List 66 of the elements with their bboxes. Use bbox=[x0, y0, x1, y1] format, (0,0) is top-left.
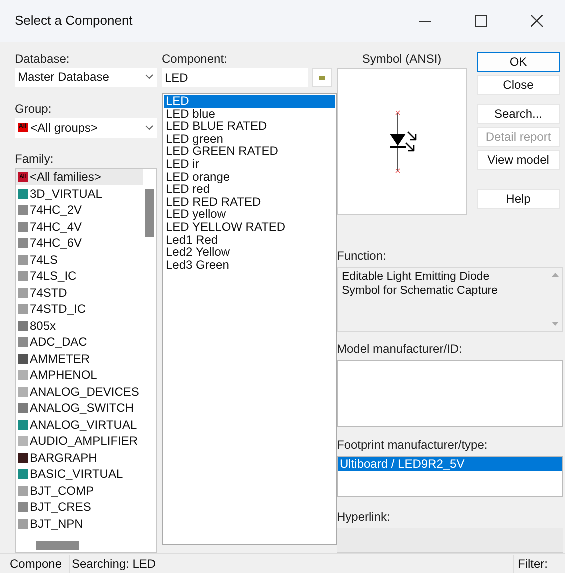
dialog-button[interactable]: Close bbox=[477, 75, 560, 95]
status-text: Filter: bbox=[513, 554, 565, 572]
component-item[interactable]: LED GREEN RATED bbox=[164, 145, 335, 158]
status-text: Searching: LED bbox=[71, 556, 158, 572]
field-label: Component: bbox=[162, 52, 228, 66]
family-item[interactable]: 805x bbox=[16, 317, 143, 334]
chevron-down-icon bbox=[145, 124, 154, 131]
family-item[interactable]: AMPHENOL bbox=[16, 366, 143, 384]
family-item[interactable]: 74LS_IC bbox=[16, 268, 143, 284]
family-item[interactable]: BASIC_VIRTUAL bbox=[16, 466, 143, 482]
maximize-icon bbox=[475, 15, 487, 27]
filter-button[interactable] bbox=[312, 68, 332, 87]
component-item[interactable]: Led1 Red bbox=[164, 234, 335, 246]
component-item[interactable]: LED RED RATED bbox=[164, 196, 335, 208]
family-item[interactable]: BJT_COMP bbox=[16, 482, 143, 499]
dialog-button[interactable]: OK bbox=[477, 52, 560, 72]
component-item[interactable]: LED blue bbox=[164, 108, 335, 120]
field-label: Function: bbox=[337, 249, 388, 263]
field-label: Model manufacturer/ID: bbox=[337, 342, 464, 356]
component-item[interactable]: LED YELLOW RATED bbox=[164, 220, 335, 234]
scroll-up-icon bbox=[552, 273, 558, 277]
family-item[interactable]: 74STD_IC bbox=[16, 300, 143, 318]
close-icon bbox=[531, 15, 543, 27]
dialog-button[interactable]: Search... bbox=[477, 104, 560, 124]
family-item[interactable]: 74STD bbox=[16, 284, 143, 301]
component-item[interactable]: LED bbox=[164, 95, 335, 108]
component-item[interactable]: LED red bbox=[164, 183, 335, 196]
family-item[interactable]: AUDIO_AMPLIFIER bbox=[16, 432, 143, 450]
minimize-icon bbox=[419, 20, 431, 22]
family-item[interactable]: ADC_DAC bbox=[16, 334, 143, 350]
status-text: Compone bbox=[10, 554, 70, 572]
component-item[interactable]: LED ir bbox=[164, 158, 335, 171]
family-item[interactable]: 3D_VIRTUAL bbox=[16, 185, 143, 202]
family-item[interactable]: ANALOG_SWITCH bbox=[16, 400, 143, 416]
family-item[interactable]: ANALOG_VIRTUAL bbox=[16, 416, 143, 433]
scroll-down-icon bbox=[552, 322, 558, 326]
dialog-button[interactable]: View model bbox=[477, 150, 560, 170]
component-item[interactable]: LED green bbox=[164, 132, 335, 146]
family-item[interactable]: BARGRAPH bbox=[16, 449, 143, 466]
field-label: Footprint manufacturer/type: bbox=[337, 438, 489, 452]
component-item[interactable]: LED BLUE RATED bbox=[164, 120, 335, 133]
chevron-down-icon bbox=[145, 74, 154, 80]
field-label: Family: bbox=[15, 152, 55, 166]
function-text: Editable Light Emitting Diode Symbol for Schematic Capture bbox=[341, 270, 499, 299]
field-label: Database: bbox=[15, 52, 71, 66]
filter-icon bbox=[319, 76, 325, 80]
family-item[interactable]: 74HC_4V bbox=[16, 218, 143, 235]
component-item[interactable]: LED yellow bbox=[164, 208, 335, 221]
footprint-item[interactable]: Ultiboard / LED9R2_5V bbox=[338, 456, 562, 471]
family-item[interactable]: 74LS bbox=[16, 251, 143, 268]
family-item[interactable]: AMMETER bbox=[16, 350, 143, 367]
field-label: Hyperlink: bbox=[337, 510, 392, 524]
field-label: Symbol (ANSI) bbox=[362, 52, 442, 66]
window-title: Select a Component bbox=[15, 12, 134, 30]
family-item[interactable]: 74HC_2V bbox=[16, 202, 143, 218]
family-item[interactable]: ANALOG_DEVICES bbox=[16, 383, 143, 400]
database-dropdown[interactable]: Master Database bbox=[15, 68, 157, 87]
component-item[interactable]: LED orange bbox=[164, 170, 335, 184]
component-field[interactable]: LED bbox=[162, 68, 308, 87]
family-item[interactable]: BJT_CRES bbox=[16, 498, 143, 516]
component-item[interactable]: Led3 Green bbox=[164, 258, 335, 272]
dialog-button[interactable]: Help bbox=[477, 189, 560, 209]
field-label: Group: bbox=[15, 102, 53, 116]
component-item[interactable]: Led2 Yellow bbox=[164, 246, 335, 259]
family-item[interactable]: 74HC_6V bbox=[16, 234, 143, 252]
family-item[interactable]: BJT_NPN bbox=[16, 515, 143, 532]
